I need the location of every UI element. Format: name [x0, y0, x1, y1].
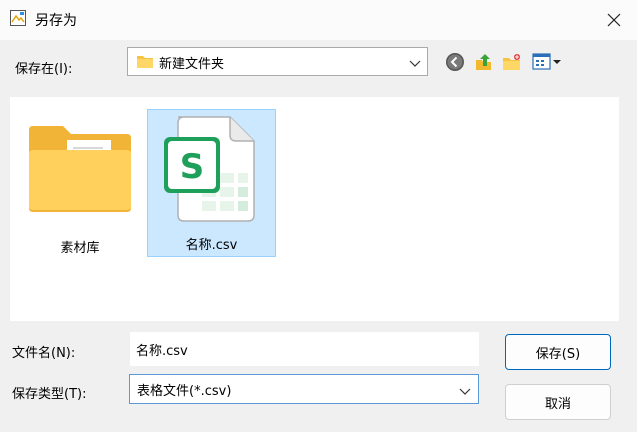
- chevron-down-icon: [459, 385, 471, 400]
- window-title: 另存为: [35, 13, 77, 29]
- back-arrow-icon: [446, 53, 464, 71]
- file-item-csv[interactable]: S 名称.csv: [147, 109, 276, 257]
- current-folder-name: 新建文件夹: [159, 57, 225, 72]
- save-in-label: 保存在(I):: [15, 62, 73, 77]
- save-as-document-icon: [9, 9, 27, 27]
- up-folder-button[interactable]: [474, 52, 494, 72]
- location-dropdown[interactable]: 新建文件夹: [127, 47, 428, 76]
- svg-text:S: S: [180, 147, 205, 187]
- filetype-label: 保存类型(T):: [12, 387, 87, 402]
- save-button[interactable]: 保存(S): [505, 334, 611, 370]
- folder-icon: [136, 54, 154, 73]
- file-list-view[interactable]: 素材库 S 名称.csv: [10, 97, 619, 321]
- chevron-down-icon: [409, 57, 421, 72]
- new-folder-icon: [503, 54, 520, 70]
- filetype-value: 表格文件(*.csv): [137, 384, 232, 399]
- close-icon: [607, 13, 621, 27]
- title-bar: 另存为: [0, 0, 637, 40]
- view-menu-button[interactable]: [532, 52, 562, 72]
- file-name-label: 名称.csv: [185, 238, 238, 253]
- back-button[interactable]: [445, 52, 465, 72]
- up-folder-icon: [476, 54, 491, 70]
- folder-icon: [27, 124, 133, 218]
- filename-field[interactable]: [130, 332, 479, 366]
- spreadsheet-s-icon: S: [162, 115, 258, 229]
- close-button[interactable]: [599, 6, 629, 34]
- filetype-dropdown[interactable]: 表格文件(*.csv): [129, 374, 479, 404]
- view-menu-icon: [532, 53, 561, 70]
- file-item-folder[interactable]: 素材库: [22, 111, 138, 256]
- cancel-button[interactable]: 取消: [505, 384, 611, 420]
- filename-label: 文件名(N):: [12, 346, 76, 361]
- new-folder-button[interactable]: [502, 52, 522, 72]
- file-name-label: 素材库: [60, 241, 100, 256]
